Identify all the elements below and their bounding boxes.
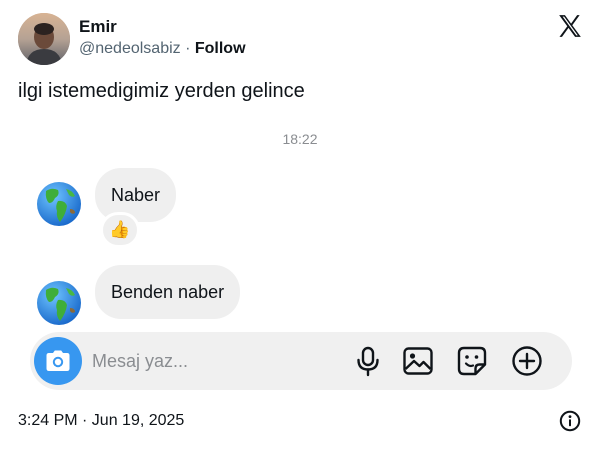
globe-earth-icon[interactable] [36,280,82,326]
user-avatar-icon [18,13,70,65]
message-bubble[interactable]: Naber [95,168,177,222]
camera-button[interactable] [34,337,82,385]
sticker-icon[interactable] [456,345,488,377]
author-avatar[interactable] [18,13,70,65]
message-bubble[interactable]: Benden naber [95,265,241,319]
tweet-timestamp[interactable]: 3:24 PM · Jun 19, 2025 [18,412,184,430]
message-input[interactable] [92,347,332,375]
follow-button[interactable]: Follow [195,40,246,57]
plus-icon[interactable] [511,345,543,377]
author-handle[interactable]: @nedeolsabiz [79,40,181,57]
thumbs-up-reaction[interactable]: 👍 [100,212,140,248]
author-name[interactable]: Emir [79,17,117,37]
meta-separator: · [180,40,195,57]
author-meta: @nedeolsabiz · Follow [79,40,246,58]
x-logo-icon[interactable] [557,13,583,39]
globe-earth-icon[interactable] [36,181,82,227]
image-icon[interactable] [402,345,434,377]
tweet-text: ilgi istemedigimiz yerden gelince [18,80,305,102]
microphone-icon[interactable] [352,345,384,377]
camera-icon [46,350,70,371]
info-icon[interactable] [559,410,581,432]
chat-time-label: 18:22 [282,131,318,147]
message-composer [30,332,572,390]
chat-timestamp: 18:22 [0,131,600,147]
